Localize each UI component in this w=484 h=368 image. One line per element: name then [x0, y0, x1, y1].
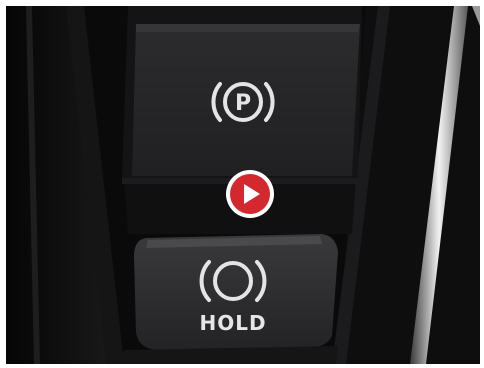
parking-brake-symbol: P — [235, 91, 251, 116]
auto-hold-label: HOLD — [199, 311, 267, 335]
console-photo: P HOLD — [6, 6, 480, 364]
play-button[interactable] — [224, 168, 276, 220]
image-frame: P HOLD — [0, 0, 484, 368]
